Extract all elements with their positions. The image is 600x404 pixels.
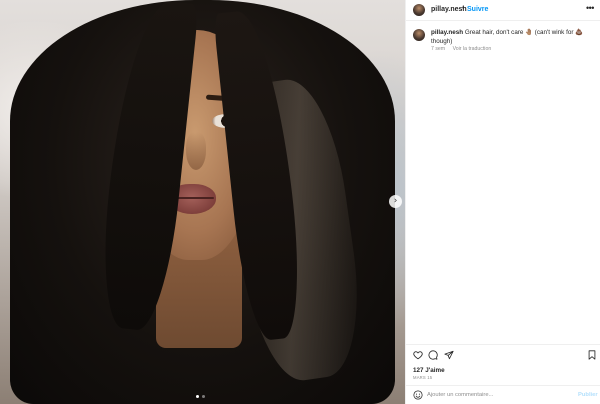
caption-time[interactable]: 7 sem — [431, 46, 445, 52]
caption-body: Great hair, don't care — [464, 29, 524, 36]
translation-link[interactable]: Voir la traduction — [453, 46, 492, 52]
caption-avatar[interactable] — [413, 29, 425, 41]
emoji-icon[interactable] — [413, 390, 423, 400]
caption-emoji-2: 💩 — [575, 29, 584, 36]
caption-meta: 7 sem Voir la traduction — [431, 46, 497, 52]
comment-input[interactable] — [427, 389, 572, 401]
photo-nose — [186, 132, 206, 170]
header-separator: • — [462, 5, 465, 12]
more-horizontal-icon[interactable]: ••• — [586, 3, 594, 13]
follow-button[interactable]: Suivre — [467, 6, 488, 13]
avatar[interactable] — [413, 4, 425, 16]
post-date: MARS 15 — [413, 375, 433, 380]
post-header: pillay.nesh • Suivre ••• — [406, 0, 600, 21]
caption-body-3: though) — [431, 37, 453, 45]
comment-icon[interactable] — [428, 350, 438, 360]
post-photo[interactable]: › — [0, 0, 405, 404]
caption-text: pillay.nesh Great hair, don't care 🤚🏽 (c… — [431, 29, 596, 46]
caption-username[interactable]: pillay.nesh — [431, 29, 463, 36]
bookmark-icon[interactable] — [587, 350, 597, 360]
publish-button[interactable]: Publier — [578, 392, 598, 398]
comment-bar: Publier — [406, 385, 600, 404]
carousel-dots — [196, 395, 205, 398]
heart-icon[interactable] — [413, 350, 423, 360]
caption-emoji: 🤚🏽 — [525, 29, 534, 36]
carousel-dot-active — [196, 395, 199, 398]
post-sidebar: pillay.nesh • Suivre ••• pillay.nesh Gre… — [405, 0, 600, 404]
send-icon[interactable] — [444, 350, 454, 360]
carousel-dot — [202, 395, 205, 398]
likes-count[interactable]: 127 J'aime — [413, 367, 445, 374]
chevron-right-icon[interactable]: › — [389, 195, 402, 208]
caption-body-2: (can't wink for — [534, 29, 574, 36]
